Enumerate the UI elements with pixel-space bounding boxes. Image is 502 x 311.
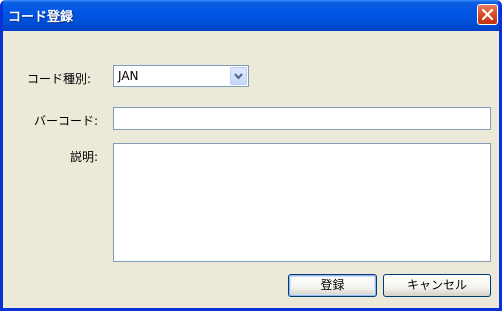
close-icon — [482, 9, 493, 20]
code-type-value: JAN — [118, 69, 139, 83]
close-button[interactable] — [477, 4, 498, 25]
barcode-label: バーコード: — [34, 114, 99, 128]
description-textarea[interactable] — [113, 143, 491, 262]
code-type-select[interactable]: JAN — [113, 65, 249, 87]
barcode-input[interactable] — [113, 107, 491, 130]
code-type-label: コード種別: — [27, 72, 92, 86]
window-title: コード登録 — [8, 10, 74, 25]
register-button[interactable]: 登録 — [288, 274, 377, 297]
dropdown-button[interactable] — [230, 67, 247, 85]
dialog-window: コード登録 コード種別: JAN バーコード: 説明: 登録 キャンセル — [0, 0, 502, 311]
description-label: 説明: — [70, 150, 99, 164]
title-bar[interactable]: コード登録 — [3, 0, 499, 31]
cancel-button[interactable]: キャンセル — [383, 274, 491, 297]
chevron-down-icon — [234, 73, 243, 80]
